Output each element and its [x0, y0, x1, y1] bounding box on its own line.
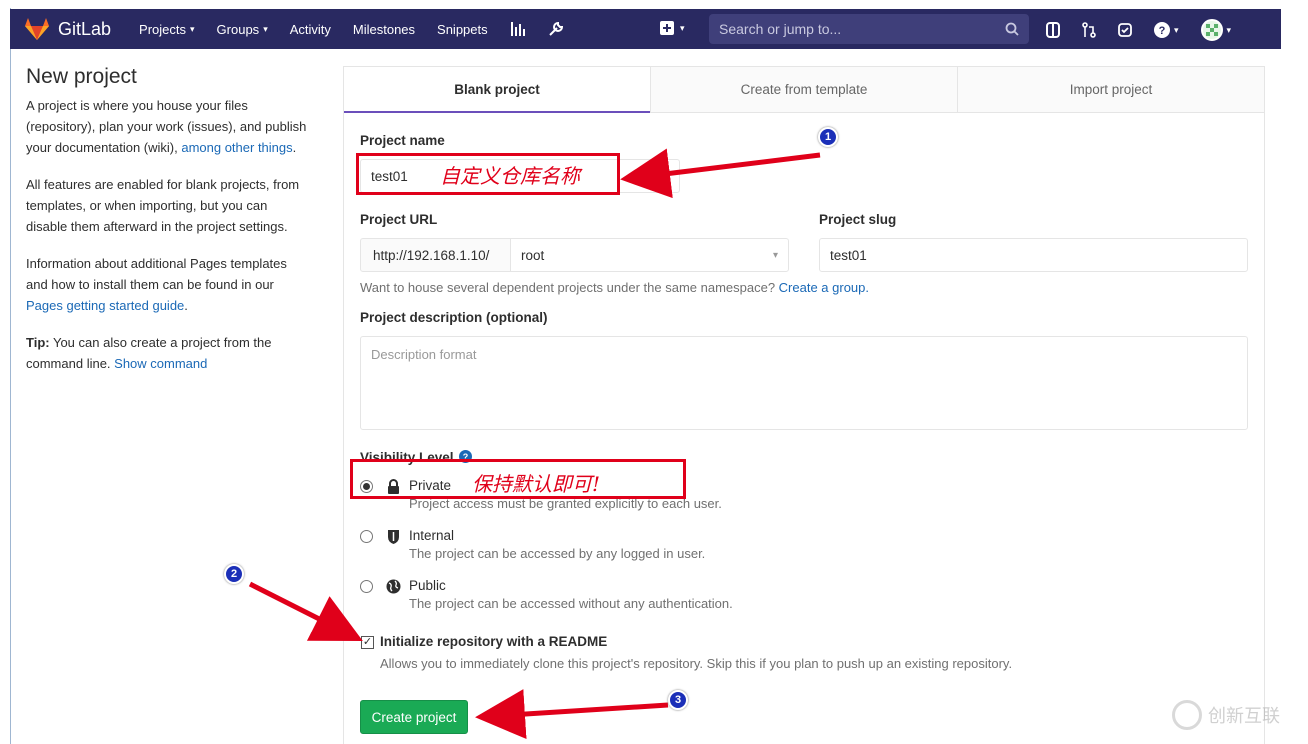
- tanuki-icon: [25, 18, 49, 40]
- chevron-down-icon: ▾: [190, 23, 195, 34]
- page-title: New project: [26, 65, 137, 88]
- info-paragraph-2: All features are enabled for blank proje…: [26, 177, 300, 234]
- pages-guide-link[interactable]: Pages getting started guide: [26, 298, 184, 313]
- description-textarea[interactable]: Description format: [360, 336, 1248, 430]
- create-group-link[interactable]: Create a group.: [779, 280, 869, 295]
- readme-checkbox[interactable]: ✓: [361, 636, 374, 649]
- tab-blank-project[interactable]: Blank project: [344, 67, 650, 113]
- nav-projects[interactable]: Projects ▾: [139, 22, 195, 37]
- public-radio[interactable]: [360, 580, 373, 593]
- tab-import-project[interactable]: Import project: [957, 67, 1264, 113]
- step-badge-3: 3: [668, 690, 688, 710]
- info-tip: Tip: You can also create a project from …: [26, 332, 311, 374]
- window-edge: [10, 8, 11, 744]
- internal-radio[interactable]: [360, 530, 373, 543]
- watermark-logo-icon: [1172, 700, 1202, 730]
- new-item-dropdown[interactable]: ▾: [660, 21, 685, 35]
- visibility-option-public[interactable]: Public The project can be accessed witho…: [360, 578, 733, 611]
- show-command-link[interactable]: Show command: [114, 356, 207, 371]
- step-badge-2: 2: [224, 564, 244, 584]
- internal-title: Internal: [409, 528, 455, 543]
- project-url-label: Project URL: [360, 212, 438, 227]
- top-navbar: GitLab Projects ▾ Groups ▾ Activity Mile…: [10, 9, 1281, 49]
- user-menu[interactable]: ▾: [1200, 19, 1232, 41]
- readme-label[interactable]: Initialize repository with a README: [380, 634, 607, 649]
- project-slug-label: Project slug: [819, 212, 897, 227]
- nav-activity[interactable]: Activity: [290, 22, 331, 37]
- visibility-option-internal[interactable]: Internal The project can be accessed by …: [360, 528, 705, 561]
- chevron-down-icon: ▾: [680, 22, 685, 33]
- public-title: Public: [409, 578, 446, 593]
- svg-text:?: ?: [1159, 25, 1166, 37]
- chevron-down-icon: ▾: [263, 23, 268, 34]
- public-desc: The project can be accessed without any …: [409, 596, 733, 611]
- search-input[interactable]: Search or jump to...: [709, 14, 1029, 44]
- annotation-note-visibility: 保持默认即可!: [472, 472, 601, 496]
- search-placeholder: Search or jump to...: [719, 21, 842, 37]
- gitlab-logo[interactable]: GitLab: [24, 17, 111, 41]
- shield-icon: [385, 528, 401, 544]
- info-p3-end: .: [184, 298, 188, 313]
- nav-groups[interactable]: Groups ▾: [217, 22, 268, 37]
- logo-text: GitLab: [58, 18, 112, 39]
- create-project-button[interactable]: Create project: [360, 700, 468, 734]
- nav-milestones[interactable]: Milestones: [353, 22, 415, 37]
- help-icon[interactable]: ? ▾: [1154, 22, 1179, 38]
- watermark: 创新互联: [1172, 700, 1280, 730]
- watermark-text: 创新互联: [1208, 706, 1280, 726]
- globe-icon: [385, 578, 401, 594]
- avatar: [1200, 19, 1223, 41]
- nav-snippets[interactable]: Snippets: [437, 22, 488, 37]
- group-hint: Want to house several dependent projects…: [360, 280, 869, 295]
- internal-text: Internal The project can be accessed by …: [409, 528, 705, 561]
- navbar-right-icons: ? ▾ ▾: [1046, 19, 1253, 41]
- group-hint-text: Want to house several dependent projects…: [360, 280, 779, 295]
- tab-create-from-template[interactable]: Create from template: [650, 67, 957, 113]
- namespace-value: root: [521, 247, 545, 263]
- readme-hint: Allows you to immediately clone this pro…: [380, 656, 1013, 671]
- merge-request-icon[interactable]: [1082, 22, 1096, 38]
- wrench-icon[interactable]: [548, 21, 564, 37]
- step-badge-1: 1: [818, 127, 838, 147]
- project-name-label: Project name: [360, 133, 445, 148]
- internal-desc: The project can be accessed by any logge…: [409, 546, 706, 561]
- info-paragraph-1: A project is where you house your files …: [26, 95, 311, 158]
- issues-board-icon[interactable]: [1046, 22, 1060, 38]
- info-p3-text: Information about additional Pages templ…: [26, 256, 287, 292]
- search-icon: [1005, 22, 1019, 36]
- chevron-down-icon: ▾: [1174, 24, 1179, 35]
- new-project-info: New project A project is where you house…: [26, 66, 311, 390]
- namespace-select[interactable]: root ▾: [510, 238, 789, 272]
- info-paragraph-3: Information about additional Pages templ…: [26, 253, 311, 316]
- todo-check-icon[interactable]: [1118, 23, 1132, 37]
- nav-projects-label: Projects: [139, 21, 187, 37]
- description-label: Project description (optional): [360, 310, 548, 325]
- screenshot-frame: GitLab Projects ▾ Groups ▾ Activity Mile…: [0, 0, 1308, 744]
- tip-label: Tip:: [26, 335, 50, 350]
- project-slug-input[interactable]: test01: [819, 238, 1248, 272]
- url-prefix-addon: http://192.168.1.10/: [360, 238, 512, 272]
- among-other-things-link[interactable]: among other things: [181, 140, 292, 155]
- chevron-down-icon: ▾: [772, 249, 778, 261]
- public-text: Public The project can be accessed witho…: [409, 578, 733, 611]
- arrow-2: [248, 581, 363, 642]
- annotation-note-name: 自定义仓库名称: [440, 164, 580, 188]
- project-type-tabs: Blank project Create from template Impor…: [344, 67, 1264, 113]
- bar-chart-icon[interactable]: [510, 21, 526, 37]
- chevron-down-icon: ▾: [1226, 24, 1232, 35]
- plus-square-icon: [660, 21, 674, 35]
- info-p1-end: .: [292, 140, 297, 155]
- nav-groups-label: Groups: [216, 21, 260, 37]
